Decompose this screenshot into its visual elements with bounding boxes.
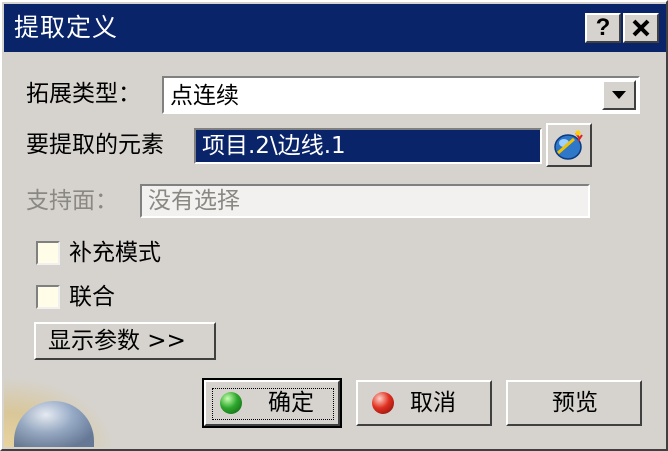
show-parameters-button[interactable]: 显示参数 >> bbox=[34, 322, 216, 360]
ok-button-face: 确定 bbox=[204, 380, 340, 426]
support-value: 没有选择 bbox=[148, 188, 240, 214]
complement-mode-label: 补充模式 bbox=[69, 240, 161, 266]
green-ball-icon bbox=[220, 392, 242, 414]
preview-label: 预览 bbox=[552, 390, 598, 416]
chevron-down-icon bbox=[612, 91, 626, 99]
dropdown-button[interactable] bbox=[602, 80, 636, 110]
cancel-label: 取消 bbox=[410, 390, 456, 416]
extension-type-dropdown[interactable]: 点连续 bbox=[162, 76, 640, 114]
element-to-extract-label: 要提取的元素 bbox=[26, 132, 164, 158]
element-selector-button[interactable] bbox=[546, 123, 592, 167]
federation-label: 联合 bbox=[69, 284, 115, 310]
federation-checkbox[interactable] bbox=[36, 285, 60, 309]
ok-label: 确定 bbox=[268, 390, 314, 416]
show-parameters-label: 显示参数 >> bbox=[48, 328, 186, 354]
close-button[interactable] bbox=[623, 13, 659, 43]
title-bar[interactable]: 提取定义 ? bbox=[4, 4, 666, 52]
complement-mode-checkbox[interactable] bbox=[36, 241, 60, 265]
preview-button[interactable]: 预览 bbox=[506, 380, 642, 426]
help-button[interactable]: ? bbox=[585, 13, 621, 43]
selection-tool-icon bbox=[554, 130, 583, 160]
close-icon bbox=[632, 19, 650, 37]
element-to-extract-field[interactable]: 项目.2\边线.1 bbox=[194, 128, 542, 164]
extension-type-value: 点连续 bbox=[170, 83, 239, 109]
window-title: 提取定义 bbox=[14, 13, 119, 42]
support-label: 支持面： bbox=[26, 188, 118, 214]
red-ball-icon bbox=[372, 392, 394, 414]
ok-button[interactable]: 确定 bbox=[202, 378, 342, 428]
cancel-button[interactable]: 取消 bbox=[356, 380, 492, 426]
extract-definition-dialog: 提取定义 ? 拓展类型： 点连续 要提取的元素 项目.2\边线.1 支持面： 没… bbox=[0, 0, 668, 451]
support-field: 没有选择 bbox=[140, 184, 590, 218]
extension-type-label: 拓展类型： bbox=[26, 81, 141, 107]
element-to-extract-value: 项目.2\边线.1 bbox=[202, 133, 346, 159]
